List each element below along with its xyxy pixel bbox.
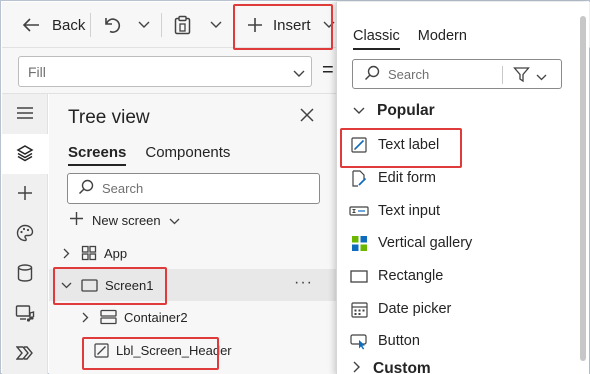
insert-search-input[interactable]: Search (352, 59, 562, 89)
container-icon (100, 309, 117, 325)
insert-item-text-input[interactable]: Text input (349, 195, 440, 227)
tab-classic[interactable]: Classic (353, 28, 400, 50)
item-label: Button (378, 333, 420, 349)
search-icon (78, 179, 94, 198)
tree-view-button[interactable] (2, 134, 48, 174)
chevron-down-icon (293, 65, 305, 81)
clipboard-icon (174, 15, 191, 35)
menu-button[interactable] (2, 94, 48, 134)
back-label: Back (52, 16, 86, 34)
power-automate-button[interactable] (2, 334, 48, 374)
plus-icon (17, 185, 33, 204)
gallery-icon (349, 235, 369, 252)
item-label: Vertical gallery (378, 235, 473, 251)
filter-button[interactable] (513, 66, 547, 86)
tree-node-label: App (104, 245, 128, 261)
item-label: Rectangle (378, 268, 444, 284)
item-label: Date picker (378, 301, 452, 317)
hamburger-icon (16, 106, 34, 123)
search-placeholder: Search (388, 66, 430, 82)
theme-button[interactable] (2, 214, 48, 254)
chevron-down-icon (353, 102, 365, 120)
palette-icon (16, 224, 34, 245)
highlight-box-label-control (82, 337, 219, 370)
tab-components[interactable]: Components (145, 144, 230, 166)
chevron-down-icon (138, 21, 150, 29)
tree-node-container2[interactable]: Container2 (49, 301, 336, 333)
section-popular[interactable]: Popular (353, 102, 435, 120)
tree-view-title: Tree view (68, 107, 150, 128)
chevron-down-icon (169, 213, 180, 228)
section-label: Popular (377, 102, 435, 119)
search-placeholder: Search (102, 181, 144, 196)
insert-rail-button[interactable] (2, 174, 48, 214)
close-button[interactable] (299, 107, 315, 126)
undo-icon (103, 16, 121, 34)
undo-button[interactable] (103, 2, 121, 48)
app-icon (81, 245, 97, 261)
rectangle-icon (349, 269, 369, 283)
edit-form-icon (349, 169, 369, 187)
back-arrow-icon (22, 17, 40, 33)
tree-node-label: Container2 (124, 309, 188, 325)
section-custom[interactable]: Custom (353, 360, 431, 374)
search-icon (364, 65, 380, 84)
insert-item-rectangle[interactable]: Rectangle (349, 260, 443, 292)
chevron-right-icon (353, 360, 361, 374)
property-value: Fill (28, 63, 46, 80)
chevron-down-icon (536, 69, 547, 84)
chevron-right-icon[interactable] (59, 248, 73, 259)
undo-dropdown-button[interactable] (138, 2, 150, 48)
toolbar-divider (90, 13, 91, 37)
insert-tabs: Classic Modern (353, 28, 467, 50)
insert-item-button[interactable]: Button (349, 325, 420, 357)
plus-icon (69, 211, 84, 229)
filter-icon (513, 66, 530, 86)
tree-search-input[interactable]: Search (67, 173, 320, 204)
power-automate-icon (15, 345, 34, 364)
insert-panel: Classic Modern Search Popular Text label… (336, 2, 589, 374)
tree-view-tabs: Screens Components (68, 144, 230, 166)
highlight-box-insert (233, 4, 333, 50)
left-rail (2, 94, 48, 374)
item-label: Edit form (378, 170, 437, 186)
media-button[interactable] (2, 294, 48, 334)
calendar-icon (349, 301, 369, 318)
insert-item-vertical-gallery[interactable]: Vertical gallery (349, 227, 472, 259)
section-label: Custom (373, 360, 431, 374)
tab-modern[interactable]: Modern (418, 28, 467, 50)
highlight-box-text-label (340, 128, 462, 168)
close-icon (299, 108, 315, 126)
formula-bar: Fill = (2, 48, 336, 94)
database-icon (17, 263, 33, 285)
scrollbar[interactable] (580, 16, 586, 361)
data-button[interactable] (2, 254, 48, 294)
media-icon (15, 304, 35, 325)
layers-icon (16, 144, 34, 165)
equals-sign: = (322, 59, 334, 81)
back-button[interactable]: Back (22, 2, 85, 48)
toolbar-divider (161, 13, 162, 37)
tree-node-app[interactable]: App (49, 237, 336, 269)
paste-button[interactable] (174, 2, 191, 48)
paste-dropdown-button[interactable] (210, 2, 222, 48)
insert-item-date-picker[interactable]: Date picker (349, 293, 451, 325)
tab-screens[interactable]: Screens (68, 144, 127, 166)
property-dropdown[interactable]: Fill (18, 56, 312, 87)
highlight-box-screen1 (53, 267, 167, 305)
search-divider (502, 66, 503, 84)
text-input-icon (349, 204, 369, 218)
new-screen-label: New screen (92, 212, 161, 228)
button-icon (349, 333, 369, 350)
chevron-down-icon (210, 21, 222, 29)
chevron-right-icon[interactable] (78, 312, 92, 323)
new-screen-button[interactable]: New screen (69, 211, 180, 229)
app-window: Back Insert Fill = Tree view Screens Com… (0, 0, 590, 374)
item-label: Text input (378, 203, 441, 219)
tree-view-pane: Tree view Screens Components Search New … (49, 94, 336, 374)
more-options-button[interactable]: ··· (294, 275, 313, 291)
